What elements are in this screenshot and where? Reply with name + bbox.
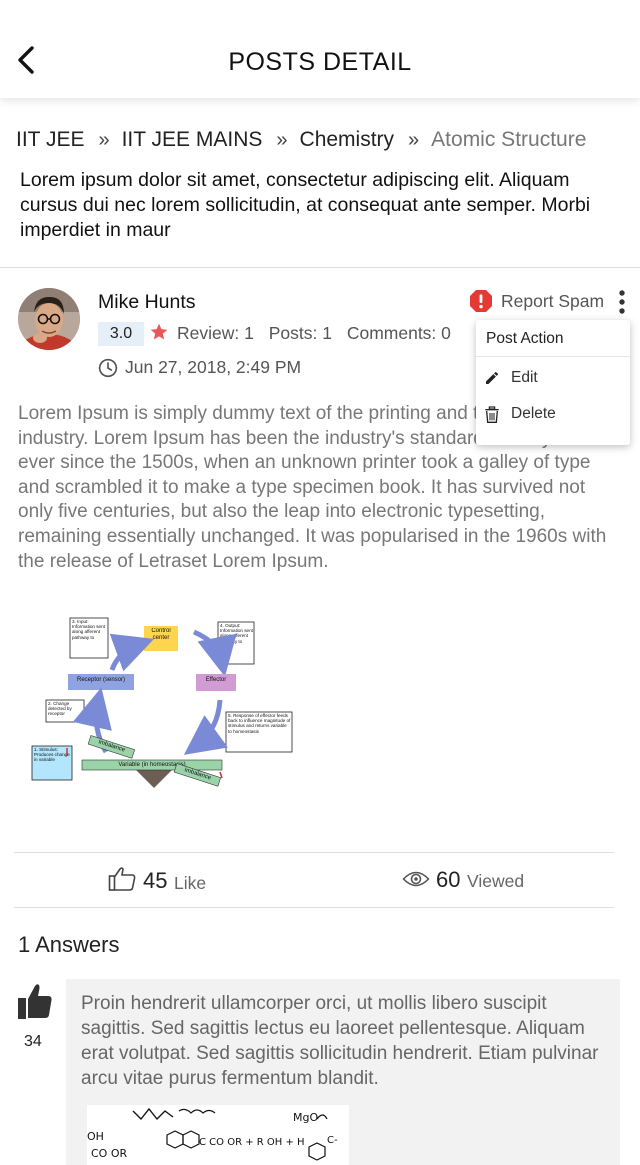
sketch-text-mgo: MgO: [293, 1111, 318, 1124]
sketch-text-oh: OH: [87, 1130, 104, 1143]
diagram-imbalance-left: Imbalance: [97, 739, 126, 754]
divider: [14, 907, 614, 908]
sketch-text-reaction: C CO OR + R OH + H: [199, 1137, 305, 1148]
divider: [476, 356, 630, 357]
report-spam-label: Report Spam: [501, 291, 605, 311]
sketch-text-cooor: CO OR: [91, 1147, 127, 1160]
more-options-icon[interactable]: [612, 289, 632, 315]
diagram-effector: Effector: [205, 677, 227, 683]
edit-menu-item[interactable]: Edit: [476, 362, 630, 394]
author-name[interactable]: Mike Hunts: [98, 291, 196, 314]
divider: [0, 267, 640, 268]
diagram-control-center: Control center: [151, 628, 171, 641]
author-stats: Review: 1 Posts: 1 Comments: 0: [177, 323, 461, 344]
breadcrumb-item-iit-jee-mains[interactable]: IIT JEE MAINS: [122, 128, 263, 151]
breadcrumb-separator: »: [98, 129, 110, 151]
avatar-image: [18, 288, 80, 350]
posts-count: Posts: 1: [268, 323, 332, 343]
breadcrumb-separator: »: [408, 129, 420, 151]
star-icon: [150, 323, 168, 340]
post-action-title: Post Action: [486, 330, 564, 347]
app-header: POSTS DETAIL: [0, 0, 640, 98]
review-count: Review: 1: [177, 323, 254, 343]
page-title: POSTS DETAIL: [228, 48, 412, 76]
like-count: 45: [143, 868, 168, 893]
diagram-response-label: 5. Response of effector feeds back to in…: [228, 713, 291, 734]
question-text: Lorem ipsum dolor sit amet, consectetur …: [20, 169, 591, 241]
edit-label: Edit: [511, 369, 538, 386]
like-label: Like: [174, 873, 207, 893]
answer-card: Proin hendrerit ullamcorper orci, ut mol…: [66, 979, 620, 1165]
breadcrumb-item-iit-jee[interactable]: IIT JEE: [16, 128, 84, 151]
diagram-input-label: 3. Input: Information sent along afferen…: [72, 619, 105, 640]
breadcrumb-item-atomic-structure[interactable]: Atomic Structure: [431, 128, 586, 151]
rating-badge: 3.0: [98, 322, 144, 346]
alert-icon: [470, 290, 492, 312]
post-action-menu: Post Action Edit Delete: [476, 320, 630, 445]
diagram-stimulus-label: 1. Stimulus: Produces change in variable: [34, 747, 70, 763]
pencil-icon: [486, 371, 498, 384]
breadcrumb-separator: »: [276, 129, 288, 151]
homeostasis-diagram: 3. Input: Information sent along afferen…: [31, 617, 293, 788]
view-count: 60: [436, 867, 461, 892]
diagram-change-label: 2. Change detected by receptor: [48, 701, 72, 717]
breadcrumb: IIT JEE » IIT JEE MAINS » Chemistry » Atomic S…: [16, 128, 586, 152]
answers-title: 1 Answers: [18, 932, 120, 957]
answer-image[interactable]: OH CO OR C CO OR + R OH + H MgO C-: [87, 1105, 349, 1165]
thumbs-up-icon[interactable]: [108, 866, 136, 892]
divider: [14, 852, 614, 853]
diagram-output-label: 4. Output: Information sent along effere…: [220, 623, 253, 644]
answer-vote-count: 34: [24, 1033, 42, 1050]
comments-count: Comments: 0: [346, 323, 451, 343]
trash-icon: [485, 406, 499, 423]
view-label: Viewed: [467, 871, 525, 891]
post-date: Jun 27, 2018, 2:49 PM: [125, 357, 302, 377]
chemistry-sketch: OH CO OR C CO OR + R OH + H MgO C-: [87, 1107, 338, 1161]
diagram-receptor: Receptor (sensor): [76, 677, 126, 683]
sketch-text-c: C-: [327, 1135, 338, 1146]
answer-text: Proin hendrerit ullamcorper orci, ut mol…: [81, 993, 599, 1089]
eye-icon: [402, 871, 430, 887]
clock-icon: [98, 358, 118, 378]
thumbs-up-filled-icon[interactable]: [18, 983, 52, 1019]
breadcrumb-item-chemistry[interactable]: Chemistry: [300, 128, 395, 151]
delete-label: Delete: [511, 405, 556, 422]
avatar[interactable]: [18, 288, 80, 350]
diagram-variable: Variable (in homeostasis): [118, 762, 186, 768]
delete-menu-item[interactable]: Delete: [476, 398, 630, 430]
